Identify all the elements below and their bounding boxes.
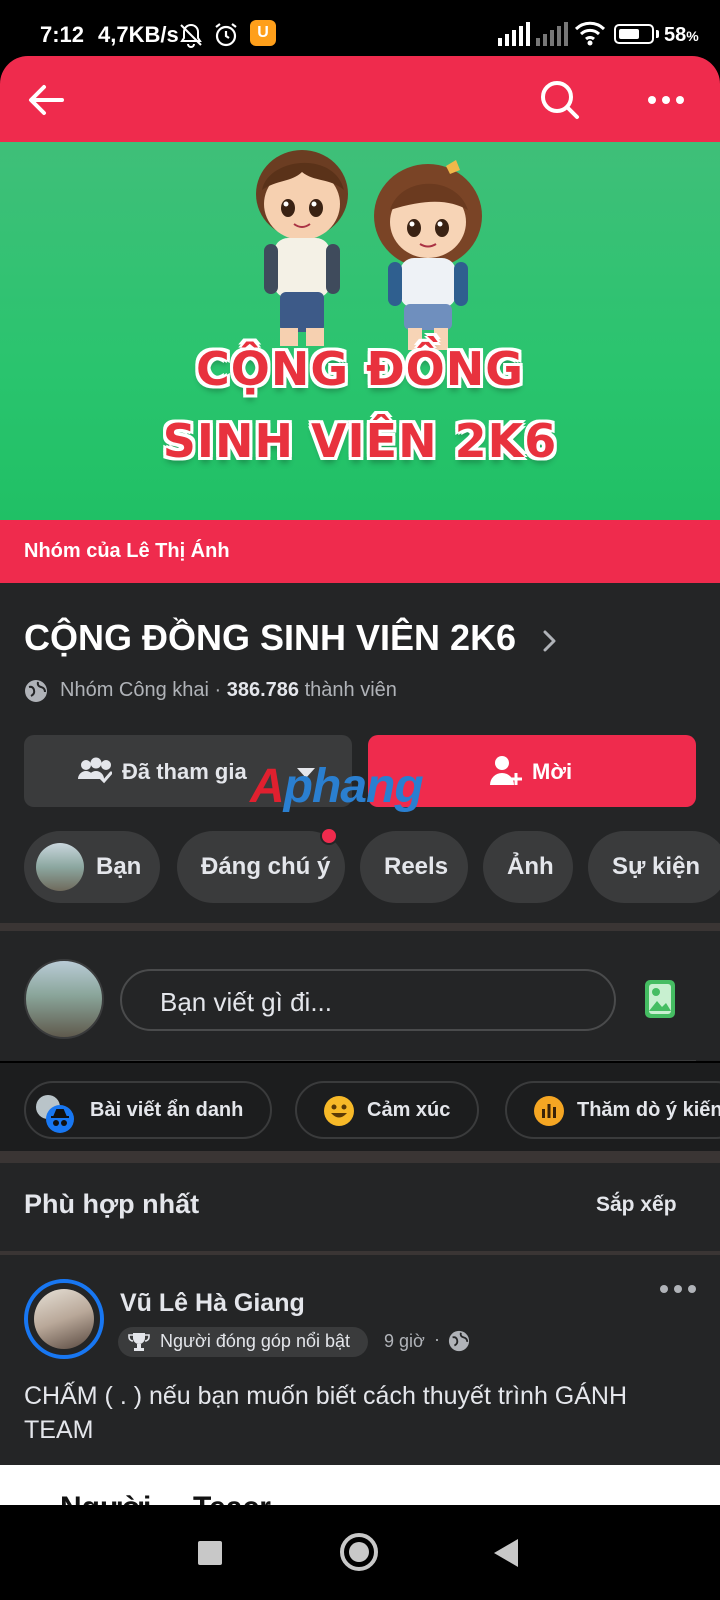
- invite-button[interactable]: Mời: [368, 735, 696, 807]
- member-count: 386.786: [226, 679, 300, 701]
- system-nav-bar: [0, 1505, 720, 1600]
- avatar[interactable]: [24, 959, 104, 1039]
- chip-photos[interactable]: Ảnh: [483, 831, 573, 903]
- sort-title: Phù hợp nhất: [24, 1189, 200, 1219]
- signal-icon: [498, 22, 530, 46]
- photo-icon[interactable]: [644, 979, 676, 1019]
- globe-icon: [448, 1330, 470, 1352]
- group-cover-photo[interactable]: CỘNG ĐỒNG SINH VIÊN 2K6: [0, 142, 720, 520]
- chip-reels[interactable]: Reels: [360, 831, 468, 903]
- chip-events[interactable]: Sự kiện: [588, 831, 720, 903]
- group-title[interactable]: CỘNG ĐỒNG SINH VIÊN 2K6: [24, 617, 516, 659]
- post-author[interactable]: Vũ Lê Hà Giang: [120, 1289, 305, 1318]
- separator-dot: ·: [434, 1329, 440, 1349]
- group-owner-text: Nhóm của Lê Thị Ánh: [24, 540, 230, 562]
- next-post-card: Người ... Teacr ... .: [0, 1465, 720, 1505]
- search-icon[interactable]: [536, 76, 584, 124]
- cover-title-line2: SINH VIÊN 2K6: [162, 414, 558, 468]
- status-bar: 7:12 4,7KB/s U 58%: [0, 0, 720, 64]
- smiley-icon: [324, 1096, 354, 1126]
- app-notification-icon: U: [250, 20, 276, 46]
- group-owner-band[interactable]: Nhóm của Lê Thị Ánh: [0, 520, 720, 583]
- alarm-icon: [215, 23, 237, 47]
- app-bar: [0, 56, 720, 142]
- boy-illustration: [256, 150, 348, 346]
- feed-sort-header: Phù hợp nhất Sắp xếp: [0, 1163, 720, 1251]
- poll-button[interactable]: Thăm dò ý kiến: [505, 1081, 720, 1139]
- chip-featured[interactable]: Đáng chú ý: [177, 831, 345, 903]
- home-button[interactable]: [340, 1533, 378, 1571]
- group-info-section: CỘNG ĐỒNG SINH VIÊN 2K6 Nhóm Công khai ·…: [0, 583, 720, 923]
- group-meta: Nhóm Công khai · 386.786 thành viên: [60, 679, 397, 701]
- globe-icon: [25, 680, 47, 702]
- composer-placeholder: Bạn viết gì đi...: [160, 987, 332, 1017]
- add-person-icon: [490, 756, 522, 785]
- anonymous-post-button[interactable]: Bài viết ẩn danh: [24, 1081, 272, 1139]
- poll-icon: [534, 1096, 564, 1126]
- more-horizontal-icon[interactable]: [642, 76, 690, 124]
- battery-icon: [614, 24, 654, 44]
- post-composer: Bạn viết gì đi...: [0, 931, 720, 1061]
- contributor-badge[interactable]: Người đóng góp nổi bật: [118, 1327, 368, 1357]
- status-time: 7:12: [40, 22, 85, 47]
- avatar: [36, 843, 84, 891]
- invite-label: Mời: [532, 759, 573, 784]
- avatar[interactable]: [24, 1279, 104, 1359]
- composer-quick-actions: Bài viết ẩn danh Cảm xúc Thăm dò ý kiến: [0, 1063, 720, 1151]
- chevron-right-icon[interactable]: [542, 629, 558, 653]
- cover-title-line1: CỘNG ĐỒNG: [195, 342, 525, 396]
- arrow-left-icon[interactable]: [22, 76, 70, 124]
- joined-button[interactable]: Đã tham gia: [24, 735, 352, 807]
- post-time[interactable]: 9 giờ: [384, 1331, 425, 1352]
- more-horizontal-icon[interactable]: [658, 1281, 698, 1297]
- girl-illustration: [374, 160, 482, 350]
- back-button[interactable]: [494, 1539, 518, 1567]
- anonymous-icon: [36, 1095, 74, 1133]
- joined-label: Đã tham gia: [122, 759, 247, 784]
- section-divider: [0, 1151, 720, 1163]
- wifi-icon: [574, 21, 606, 46]
- caret-down-icon: [297, 768, 315, 778]
- chip-friends[interactable]: Bạn: [24, 831, 160, 903]
- next-post-text: Người ... Teacr ... .: [60, 1491, 321, 1505]
- signal-weak-icon: [536, 22, 568, 46]
- group-joined-icon: [78, 757, 112, 784]
- recents-button[interactable]: [198, 1541, 222, 1565]
- group-tabs: Bạn Đáng chú ý Reels Ảnh Sự kiện: [0, 827, 720, 903]
- post-card: Vũ Lê Hà Giang Người đóng góp nổi bật 9 …: [0, 1255, 720, 1465]
- section-divider: [0, 923, 720, 931]
- notification-dot: [320, 827, 338, 845]
- sort-button[interactable]: Sắp xếp: [596, 1193, 677, 1217]
- battery-level: 58%: [664, 24, 699, 46]
- post-text: CHẤM ( . ) nếu bạn muốn biết cách thuyết…: [24, 1382, 628, 1444]
- feeling-button[interactable]: Cảm xúc: [295, 1081, 479, 1139]
- bell-muted-icon: [180, 23, 202, 48]
- composer-input[interactable]: Bạn viết gì đi...: [120, 969, 616, 1031]
- trophy-icon: [128, 1333, 150, 1351]
- network-speed: 4,7KB/s: [98, 22, 179, 47]
